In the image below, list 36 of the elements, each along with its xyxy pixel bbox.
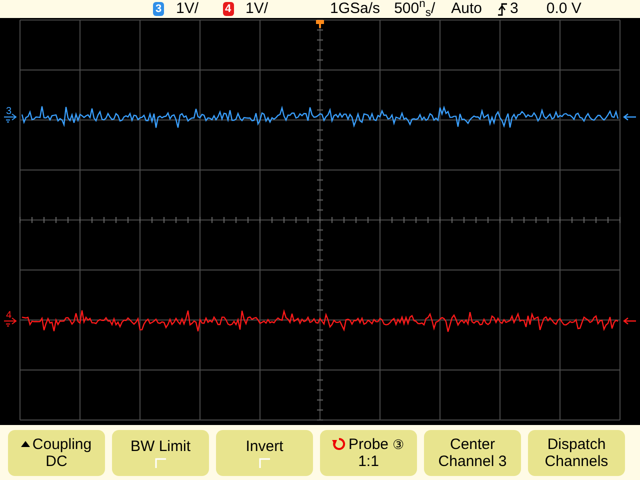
sample-rate: 1GSa/s bbox=[330, 0, 380, 19]
softkey-value: DC bbox=[46, 452, 68, 470]
timebase: 500$^{n}$$_{s}$/ bbox=[394, 2, 436, 16]
softkey-label: Coupling bbox=[32, 436, 92, 452]
softkey-value: 1:1 bbox=[358, 452, 379, 470]
trigger-source: 3 bbox=[510, 0, 518, 19]
trigger-position-icon bbox=[316, 20, 324, 28]
up-triangle-icon bbox=[21, 441, 30, 447]
softkey-label: BW Limit bbox=[130, 438, 190, 454]
offset-arrow-icon bbox=[623, 317, 637, 325]
channel-marker: 3 bbox=[6, 106, 12, 117]
softkey-label: Probe bbox=[348, 436, 389, 452]
channel-number-label: ③ bbox=[392, 436, 405, 452]
softkey-label: Center bbox=[450, 436, 496, 452]
channel-badge: 4 bbox=[222, 2, 234, 16]
rising-edge-icon bbox=[498, 2, 508, 16]
channel-badge: 3 bbox=[153, 2, 164, 16]
softkey-button[interactable]: Coupling DC bbox=[8, 430, 105, 476]
offset-arrow-icon bbox=[623, 113, 637, 121]
rotate-knob-icon bbox=[332, 437, 346, 451]
channel-marker: 4 bbox=[6, 310, 12, 321]
softkey-button[interactable]: Invert bbox=[216, 430, 313, 476]
softkey-button[interactable]: BW Limit bbox=[112, 430, 209, 476]
softkey-label: Invert bbox=[246, 438, 284, 454]
softkey-button[interactable]: Probe ③ 1:1 bbox=[320, 430, 417, 476]
trigger-mode: Auto bbox=[451, 0, 482, 19]
vertical-scale: 1V/ bbox=[176, 0, 199, 19]
softkey-button[interactable]: Dispatch Channels bbox=[528, 430, 625, 476]
vertical-scale: 1V/ bbox=[246, 0, 268, 19]
trigger-level: 0.0 V bbox=[546, 0, 582, 19]
softkey-button[interactable]: Center Channel 3 bbox=[424, 430, 521, 476]
softkey-value: Channels bbox=[544, 452, 608, 470]
softkey-value: Channel 3 bbox=[438, 452, 507, 470]
ground-arrow-icon bbox=[4, 114, 17, 122]
softkey-label: Dispatch bbox=[547, 436, 606, 452]
ground-arrow-icon bbox=[4, 318, 17, 326]
